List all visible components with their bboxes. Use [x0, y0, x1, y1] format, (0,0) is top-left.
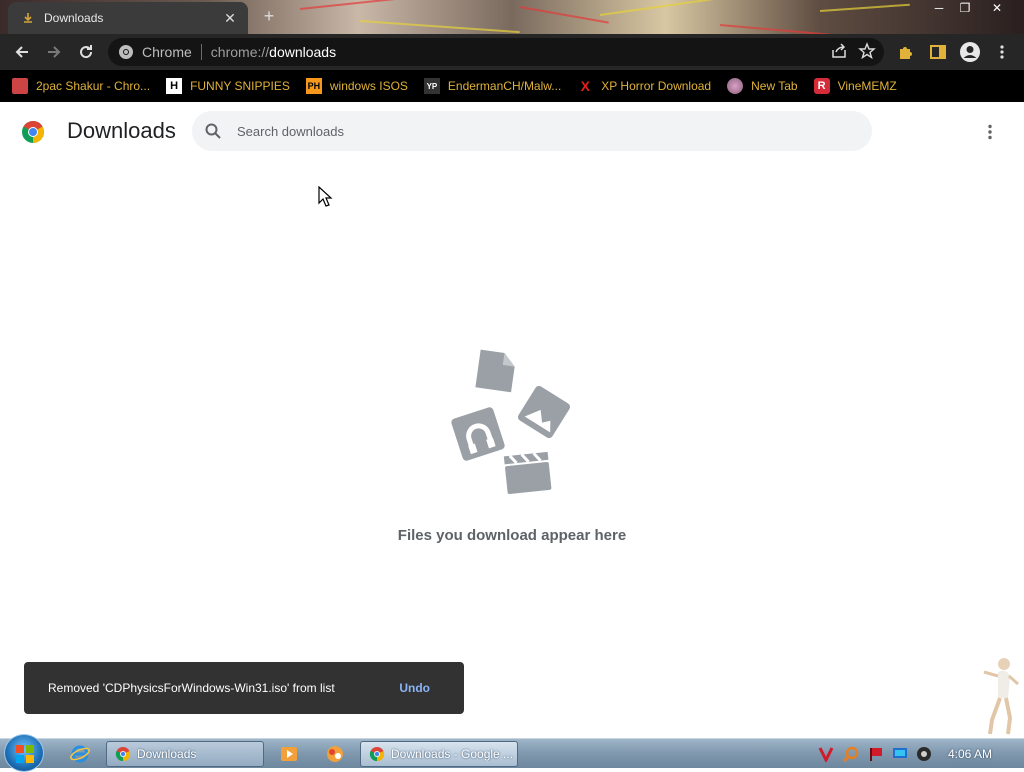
- volume-tray-icon[interactable]: [916, 746, 932, 762]
- media-player-icon: [281, 747, 297, 761]
- minimize-icon[interactable]: ─: [926, 0, 952, 18]
- address-bar[interactable]: Chrome chrome://downloads: [108, 38, 884, 66]
- forward-button[interactable]: [42, 40, 66, 64]
- search-input[interactable]: [237, 123, 837, 139]
- chrome-menu-button[interactable]: [990, 40, 1014, 64]
- close-tab-icon[interactable]: ✕: [222, 10, 238, 27]
- bookmark-item[interactable]: PH windows ISOS: [305, 78, 408, 94]
- bookmark-item[interactable]: YP EndermanCH/Malw...: [423, 78, 562, 94]
- flag-tray-icon[interactable]: [868, 746, 884, 762]
- start-button[interactable]: [4, 734, 44, 772]
- colorful-app-icon: [327, 746, 343, 762]
- taskbar-label: Downloads - Google ...: [391, 747, 514, 761]
- taskbar: Downloads Downloads - Google ... 4:06 AM: [0, 734, 1024, 772]
- windows-flag-icon: [16, 745, 34, 763]
- avatar-icon: [960, 42, 980, 62]
- url-host: downloads: [269, 44, 337, 60]
- taskbar-clock[interactable]: 4:06 AM: [948, 747, 992, 761]
- search-box[interactable]: [192, 111, 872, 151]
- reload-icon: [80, 45, 93, 59]
- removed-toast: Removed 'CDPhysicsForWindows-Win31.iso' …: [24, 662, 464, 714]
- share-icon[interactable]: [830, 42, 848, 60]
- side-panel-button[interactable]: [926, 40, 950, 64]
- internet-explorer-quicklaunch[interactable]: [68, 742, 92, 766]
- puzzle-icon: [900, 47, 912, 59]
- back-button[interactable]: [10, 40, 34, 64]
- extensions-button[interactable]: [894, 40, 918, 64]
- internet-explorer-icon: [70, 745, 90, 763]
- globe-favicon-icon: [727, 78, 744, 94]
- site-chip: Chrome: [142, 44, 192, 60]
- bookmark-label: FUNNY SNIPPIES: [190, 79, 290, 93]
- forward-arrow-icon: [48, 46, 61, 58]
- tab-title: Downloads: [44, 11, 104, 25]
- video-icon: [503, 451, 552, 495]
- audio-icon: [451, 407, 505, 461]
- r-favicon-icon: R: [813, 78, 830, 94]
- chrome-logo-icon: [22, 121, 44, 143]
- page-header: Downloads: [0, 102, 1024, 160]
- yp-favicon-icon: YP: [423, 78, 440, 94]
- h-favicon-icon: H: [166, 78, 183, 94]
- taskbar-button-downloads[interactable]: Downloads: [106, 741, 264, 767]
- bookmark-item[interactable]: H FUNNY SNIPPIES: [166, 78, 290, 94]
- bookmark-item[interactable]: X XP Horror Download: [577, 78, 712, 94]
- bookmark-label: windows ISOS: [329, 79, 408, 93]
- kebab-menu-icon: [988, 124, 992, 140]
- bookmark-label: VineMEMZ: [837, 79, 897, 93]
- search-icon: [205, 123, 221, 139]
- x-favicon-icon: X: [580, 78, 590, 94]
- back-arrow-icon: [15, 46, 28, 58]
- page-title: Downloads: [67, 118, 176, 143]
- ph-favicon-icon: PH: [305, 78, 322, 94]
- title-bar: Downloads ✕ + ─ ❐ ✕: [0, 0, 1024, 34]
- empty-state-message: Files you download appear here: [397, 527, 627, 544]
- more-actions-button[interactable]: [978, 120, 1002, 144]
- download-favicon-icon: [24, 13, 32, 23]
- tupac-favicon-icon: [12, 78, 28, 94]
- bookmark-label: EndermanCH/Malw...: [447, 79, 562, 93]
- bookmark-item[interactable]: R VineMEMZ: [813, 78, 897, 94]
- bookmarks-bar: 2pac Shakur - Chro... H FUNNY SNIPPIES P…: [0, 70, 1024, 102]
- reload-button[interactable]: [74, 40, 98, 64]
- new-tab-button[interactable]: +: [258, 6, 280, 27]
- side-panel-icon: [930, 45, 946, 59]
- monitor-tray-icon[interactable]: [892, 746, 908, 762]
- bookmark-label: New Tab: [751, 79, 798, 93]
- downloads-page: Downloads Search downloads Files you dow…: [0, 102, 1024, 738]
- omnibox-divider: [200, 44, 202, 60]
- chrome-site-icon: [119, 45, 133, 59]
- image-icon: [517, 385, 571, 439]
- mouse-cursor-icon: [318, 186, 333, 207]
- restore-icon[interactable]: ❐: [952, 0, 978, 18]
- kebab-menu-icon: [1000, 45, 1004, 59]
- url-scheme: chrome://: [210, 44, 270, 60]
- desktop-dancer-sticker: [983, 658, 1019, 735]
- magnifier-tray-icon[interactable]: [843, 746, 859, 762]
- toast-message: Removed 'CDPhysicsForWindows-Win31.iso' …: [48, 681, 335, 695]
- empty-downloads-illustration: [451, 349, 571, 495]
- taskbar-label: Downloads: [137, 747, 197, 761]
- toolbar: Chrome chrome://downloads: [0, 34, 1024, 70]
- bookmark-label: XP Horror Download: [601, 79, 712, 93]
- bookmark-label: 2pac Shakur - Chro...: [36, 79, 151, 93]
- chrome-icon: [369, 747, 385, 762]
- media-player-quicklaunch[interactable]: [277, 742, 301, 766]
- bookmark-star-icon[interactable]: [858, 42, 876, 60]
- tab-downloads[interactable]: Downloads ✕: [8, 2, 248, 34]
- v-tray-icon[interactable]: [818, 746, 834, 762]
- chrome-icon: [115, 747, 131, 762]
- document-icon: [475, 349, 515, 393]
- app-quicklaunch[interactable]: [323, 742, 347, 766]
- profile-button[interactable]: [958, 40, 982, 64]
- taskbar-button-chrome[interactable]: Downloads - Google ...: [360, 741, 518, 767]
- close-window-icon[interactable]: ✕: [984, 0, 1010, 18]
- bookmark-item[interactable]: New Tab: [727, 78, 798, 94]
- undo-button[interactable]: Undo: [399, 681, 430, 695]
- bookmark-item[interactable]: 2pac Shakur - Chro...: [12, 78, 150, 94]
